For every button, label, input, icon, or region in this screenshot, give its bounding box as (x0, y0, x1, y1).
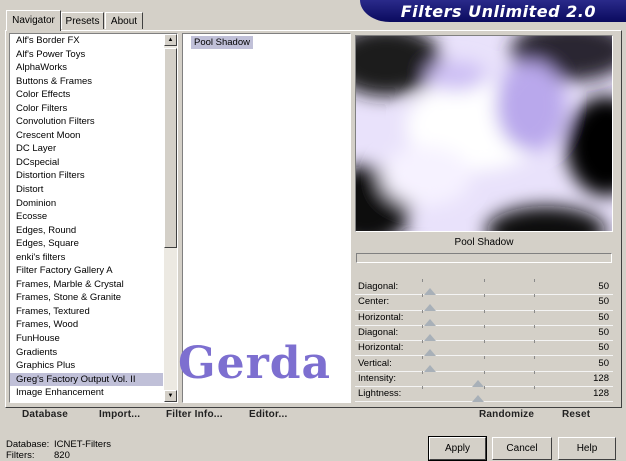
category-item[interactable]: Buttons & Frames (10, 75, 163, 89)
category-item[interactable]: Crescent Moon (10, 129, 163, 143)
category-list[interactable]: Alf's Border FX Alf's Power Toys AlphaWork… (9, 33, 178, 403)
slider-track[interactable] (405, 324, 565, 328)
tab-presets[interactable]: Presets (61, 12, 104, 29)
category-items: Alf's Border FX Alf's Power Toys AlphaWork… (10, 34, 163, 400)
slider-label: Vertical: (358, 357, 392, 369)
slider-row[interactable]: Horizontal: 50 (355, 309, 613, 326)
status-filters-value: 820 (54, 450, 70, 461)
category-item[interactable]: Convolution Filters (10, 115, 163, 129)
slider-label: Horizontal: (358, 342, 404, 354)
category-item[interactable]: Greg's Factory Output Vol. II (10, 372, 163, 387)
filter-info-button[interactable]: Filter Info... (166, 409, 223, 420)
app-banner: Filters Unlimited 2.0 (360, 0, 626, 22)
category-item[interactable]: Distort (10, 183, 163, 197)
category-item[interactable]: Alf's Border FX (10, 34, 163, 48)
slider-row[interactable]: Center: 50 (355, 294, 613, 311)
slider-track[interactable] (405, 370, 565, 374)
scroll-thumb[interactable] (164, 48, 177, 248)
slider-row[interactable]: Vertical: 50 (355, 355, 613, 372)
database-button[interactable]: Database (22, 409, 68, 420)
apply-button[interactable]: Apply (428, 436, 487, 461)
slider-track[interactable] (405, 294, 565, 298)
status-database: Database: ICNET-Filters (6, 439, 111, 450)
category-item[interactable]: DCspecial (10, 156, 163, 170)
category-item[interactable]: Alf's Power Toys (10, 48, 163, 62)
import-button[interactable]: Import... (99, 409, 140, 420)
status-database-value: ICNET-Filters (54, 439, 111, 450)
slider-label: Horizontal: (358, 311, 404, 323)
tab-about[interactable]: About (105, 12, 143, 29)
randomize-button[interactable]: Randomize (479, 409, 534, 420)
help-button[interactable]: Help (558, 437, 616, 460)
category-item[interactable]: Frames, Stone & Granite (10, 291, 163, 305)
category-item[interactable]: FunHouse (10, 332, 163, 346)
category-item[interactable]: Color Filters (10, 102, 163, 116)
slider-label: Center: (358, 296, 390, 308)
slider-row[interactable]: Horizontal: 50 (355, 340, 613, 357)
slider-track[interactable] (405, 309, 565, 313)
reset-button[interactable]: Reset (562, 409, 590, 420)
slider-panel: Diagonal: 50 Center: 50 Horizontal: 50 Diagona… (355, 279, 613, 403)
category-item[interactable]: Graphics Plus (10, 359, 163, 373)
slider-track[interactable] (405, 355, 565, 359)
slider-value: 50 (598, 296, 609, 308)
category-item[interactable]: AlphaWorks (10, 61, 163, 75)
slider-track[interactable] (405, 340, 565, 344)
slider-value: 50 (598, 326, 609, 338)
filter-item[interactable]: Pool Shadow (191, 36, 253, 49)
category-item[interactable]: Color Effects (10, 88, 163, 102)
slider-track[interactable] (405, 386, 565, 390)
status-filters-label: Filters: (6, 450, 35, 461)
scroll-down-button[interactable]: ▼ (164, 390, 177, 402)
category-item[interactable]: Dominion (10, 197, 163, 211)
category-item[interactable]: Filter Factory Gallery A (10, 264, 163, 278)
editor-button[interactable]: Editor... (249, 409, 287, 420)
slider-row[interactable]: Diagonal: 50 (355, 279, 613, 296)
cancel-button[interactable]: Cancel (492, 437, 552, 460)
slider-track[interactable] (405, 279, 565, 282)
category-item[interactable]: Frames, Wood (10, 318, 163, 332)
slider-value: 128 (593, 388, 609, 400)
category-item[interactable]: Frames, Textured (10, 305, 163, 319)
slider-value: 50 (598, 311, 609, 323)
status-filters: Filters: 820 (6, 450, 70, 461)
slider-label: Intensity: (358, 372, 397, 384)
category-item[interactable]: Edges, Square (10, 237, 163, 251)
tab-navigator[interactable]: Navigator (6, 10, 61, 31)
app-title: Filters Unlimited 2.0 (400, 2, 596, 21)
slider-row[interactable]: Diagonal: 50 (355, 324, 613, 342)
category-item[interactable]: Ecosse (10, 210, 163, 224)
category-item[interactable]: Edges, Round (10, 224, 163, 238)
watermark-signature: Gerda (178, 338, 332, 389)
category-item[interactable]: Frames, Marble & Crystal (10, 278, 163, 292)
status-database-label: Database: (6, 439, 50, 450)
preview-filter-name: Pool Shadow (454, 237, 514, 248)
category-item[interactable]: Image Enhancement (10, 386, 163, 400)
category-scrollbar[interactable]: ▲ ▼ (164, 34, 177, 402)
category-item[interactable]: Distortion Filters (10, 169, 163, 183)
progress-bar (356, 253, 612, 263)
slider-value: 128 (593, 372, 609, 384)
slider-value: 50 (598, 342, 609, 354)
slider-value: 50 (598, 281, 609, 292)
slider-value: 50 (598, 357, 609, 369)
slider-row[interactable]: Intensity: 128 (355, 370, 613, 388)
slider-row[interactable]: Lightness: 128 (355, 386, 613, 403)
slider-thumb[interactable] (471, 395, 484, 403)
category-item[interactable]: DC Layer (10, 142, 163, 156)
category-item[interactable]: enki's filters (10, 251, 163, 265)
preview-image (355, 35, 613, 232)
slider-label: Diagonal: (358, 281, 399, 292)
category-item[interactable]: Gradients (10, 346, 163, 360)
slider-label: Lightness: (358, 388, 402, 400)
scroll-up-button[interactable]: ▲ (164, 34, 177, 46)
slider-label: Diagonal: (358, 326, 399, 338)
